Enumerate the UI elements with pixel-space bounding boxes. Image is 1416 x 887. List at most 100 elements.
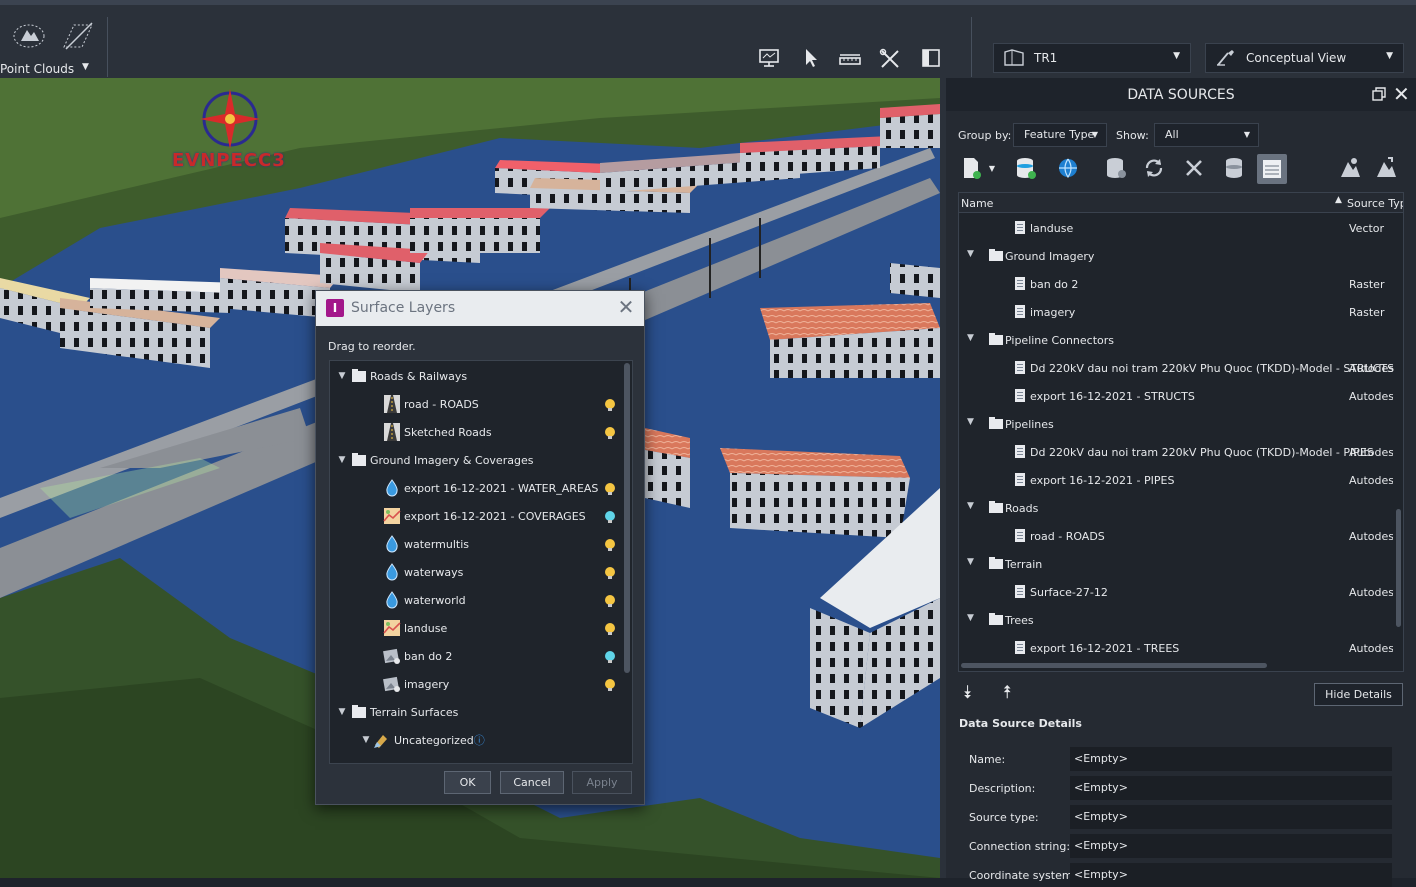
visibility-bulb-icon[interactable] bbox=[605, 539, 615, 551]
expand-all-icon[interactable]: ⯯ bbox=[962, 682, 973, 703]
detail-value-field[interactable]: <Empty> bbox=[1070, 805, 1392, 829]
layer-row[interactable]: Sketched Roads bbox=[382, 418, 632, 446]
dialog-title-bar[interactable]: I Surface Layers ✕ bbox=[316, 291, 644, 326]
expand-caret-icon[interactable]: ▼ bbox=[336, 371, 348, 381]
data-source-row[interactable]: export 16-12-2021 - PIPES Autodesk bbox=[959, 466, 1403, 494]
visibility-bulb-icon[interactable] bbox=[605, 483, 615, 495]
visibility-bulb-icon[interactable] bbox=[605, 511, 615, 523]
data-source-row[interactable]: export 16-12-2021 - TREES Autodesk bbox=[959, 634, 1403, 662]
group-row[interactable]: ▼ Pipelines bbox=[959, 410, 1403, 438]
vertical-scrollbar[interactable] bbox=[1396, 509, 1401, 627]
add-dropdown-caret-icon[interactable]: ▼ bbox=[984, 154, 1000, 182]
data-source-row[interactable]: Dd 220kV dau noi tram 220kV Phu Quoc (TK… bbox=[959, 354, 1403, 382]
stylize-icon[interactable] bbox=[1336, 154, 1364, 182]
tree-scrollbar[interactable] bbox=[624, 363, 630, 673]
web-service-icon[interactable] bbox=[1054, 154, 1082, 182]
data-source-row[interactable]: road - ROADS Autodesk bbox=[959, 522, 1403, 550]
group-row[interactable]: ▼ Trees bbox=[959, 606, 1403, 634]
surface-layer-tree[interactable]: ▼ Roads & Railways road - ROADS Sketched Ro… bbox=[329, 360, 633, 764]
point-cloud-icon[interactable] bbox=[12, 19, 46, 53]
expand-caret-icon[interactable]: ▼ bbox=[360, 735, 372, 745]
horizontal-scrollbar[interactable] bbox=[961, 663, 1267, 668]
tools-icon[interactable] bbox=[878, 47, 904, 71]
collapse-all-icon[interactable]: ⯭ bbox=[1002, 682, 1013, 703]
group-row[interactable]: ▼ Ground Imagery bbox=[959, 242, 1403, 270]
data-source-row[interactable]: landuse Vector bbox=[959, 214, 1403, 242]
model-dropdown[interactable]: TR1 ▼ bbox=[993, 43, 1191, 73]
properties-table-icon[interactable] bbox=[1257, 154, 1287, 184]
group-row[interactable]: ▼ Roads bbox=[959, 494, 1403, 522]
visibility-bulb-icon[interactable] bbox=[605, 679, 615, 691]
close-icon[interactable]: ✕ bbox=[616, 297, 636, 317]
database-settings-icon[interactable] bbox=[1102, 154, 1130, 182]
source-type: Autodesk bbox=[1349, 362, 1393, 375]
select-cursor-icon[interactable] bbox=[800, 47, 826, 71]
data-source-row[interactable]: Surface-27-12 Autodesk bbox=[959, 578, 1403, 606]
layer-group-row[interactable]: ▼ Roads & Railways bbox=[336, 362, 628, 390]
layer-row[interactable]: road - ROADS bbox=[382, 390, 632, 418]
sort-ascending-icon[interactable]: ▲ bbox=[1335, 195, 1342, 205]
point-cloud-slice-icon[interactable] bbox=[60, 19, 94, 53]
column-header-name[interactable]: Name bbox=[961, 197, 993, 210]
data-source-row[interactable]: imagery Raster bbox=[959, 298, 1403, 326]
remove-icon[interactable] bbox=[1180, 154, 1208, 182]
visibility-bulb-icon[interactable] bbox=[605, 651, 615, 663]
monitor-tool-icon[interactable] bbox=[758, 47, 784, 71]
visibility-bulb-icon[interactable] bbox=[605, 567, 615, 579]
panel-toggle-icon[interactable] bbox=[920, 47, 946, 71]
expand-caret-icon[interactable]: ▼ bbox=[967, 501, 974, 511]
connect-database-icon[interactable] bbox=[1012, 154, 1040, 182]
point-clouds-label[interactable]: Point Clouds bbox=[0, 62, 74, 76]
visibility-bulb-icon[interactable] bbox=[605, 623, 615, 635]
visibility-bulb-icon[interactable] bbox=[605, 399, 615, 411]
layer-row[interactable]: watermultis bbox=[382, 530, 632, 558]
info-icon[interactable]: ⓘ bbox=[474, 732, 485, 748]
layer-row[interactable]: export 16-12-2021 - WATER_AREAS bbox=[382, 474, 632, 502]
expand-caret-icon[interactable]: ▼ bbox=[967, 333, 974, 343]
close-icon[interactable]: ✕ bbox=[1393, 82, 1410, 106]
detail-value-field[interactable]: <Empty> bbox=[1070, 834, 1392, 858]
visual-style-dropdown[interactable]: Conceptual View ▼ bbox=[1205, 43, 1404, 73]
expand-caret-icon[interactable]: ▼ bbox=[967, 613, 974, 623]
expand-caret-icon[interactable]: ▼ bbox=[967, 557, 974, 567]
detail-value-field[interactable]: <Empty> bbox=[1070, 776, 1392, 800]
layer-row[interactable]: export 16-12-2021 - COVERAGES bbox=[382, 502, 632, 530]
detail-value-field[interactable]: <Empty> bbox=[1070, 863, 1392, 887]
layer-group-row[interactable]: ▼ Uncategorized ⓘ bbox=[360, 726, 632, 754]
ok-button[interactable]: OK bbox=[444, 771, 491, 794]
database-icon[interactable] bbox=[1220, 154, 1248, 182]
show-dropdown[interactable]: All ▼ bbox=[1154, 123, 1259, 147]
data-source-row[interactable]: export 16-12-2021 - STRUCTS Autodesk bbox=[959, 382, 1403, 410]
hide-details-button[interactable]: Hide Details bbox=[1314, 683, 1403, 706]
layer-row[interactable]: imagery bbox=[382, 670, 632, 698]
visibility-bulb-icon[interactable] bbox=[605, 595, 615, 607]
layer-group-row[interactable]: ▼ Terrain Surfaces bbox=[336, 698, 628, 726]
group-row[interactable]: ▼ Pipeline Connectors bbox=[959, 326, 1403, 354]
point-clouds-caret-icon[interactable]: ▼ bbox=[82, 62, 89, 72]
group-by-dropdown[interactable]: Feature Type ▼ bbox=[1013, 123, 1107, 147]
refresh-icon[interactable] bbox=[1140, 154, 1168, 182]
layer-group-row[interactable]: ▼ Ground Imagery & Coverages bbox=[336, 446, 628, 474]
data-source-row[interactable]: ban do 2 Raster bbox=[959, 270, 1403, 298]
add-data-source-icon[interactable] bbox=[958, 154, 986, 182]
layer-row[interactable]: ban do 2 bbox=[382, 642, 632, 670]
data-source-row[interactable]: Dd 220kV dau noi tram 220kV Phu Quoc (TK… bbox=[959, 438, 1403, 466]
apply-button[interactable]: Apply bbox=[572, 771, 632, 794]
expand-caret-icon[interactable]: ▼ bbox=[336, 455, 348, 465]
cancel-button[interactable]: Cancel bbox=[500, 771, 564, 794]
expand-caret-icon[interactable]: ▼ bbox=[967, 417, 974, 427]
column-header-source-type[interactable]: Source Type bbox=[1347, 197, 1403, 210]
group-row[interactable]: ▼ Terrain bbox=[959, 550, 1403, 578]
expand-caret-icon[interactable]: ▼ bbox=[336, 707, 348, 717]
visibility-bulb-icon[interactable] bbox=[605, 427, 615, 439]
theme-icon[interactable] bbox=[1372, 154, 1400, 182]
expand-caret-icon[interactable]: ▼ bbox=[967, 249, 974, 259]
detail-value-field[interactable]: <Empty> bbox=[1070, 747, 1392, 771]
layer-row[interactable]: landuse bbox=[382, 614, 632, 642]
layer-row[interactable]: waterways bbox=[382, 558, 632, 586]
measure-tool-icon[interactable] bbox=[838, 47, 864, 71]
layer-row[interactable]: waterworld bbox=[382, 586, 632, 614]
data-sources-grid[interactable]: Name ▲ Source Type landuse Vector ▼ Ground … bbox=[958, 192, 1404, 672]
document-icon bbox=[1015, 277, 1025, 290]
restore-window-icon[interactable] bbox=[1372, 87, 1386, 101]
